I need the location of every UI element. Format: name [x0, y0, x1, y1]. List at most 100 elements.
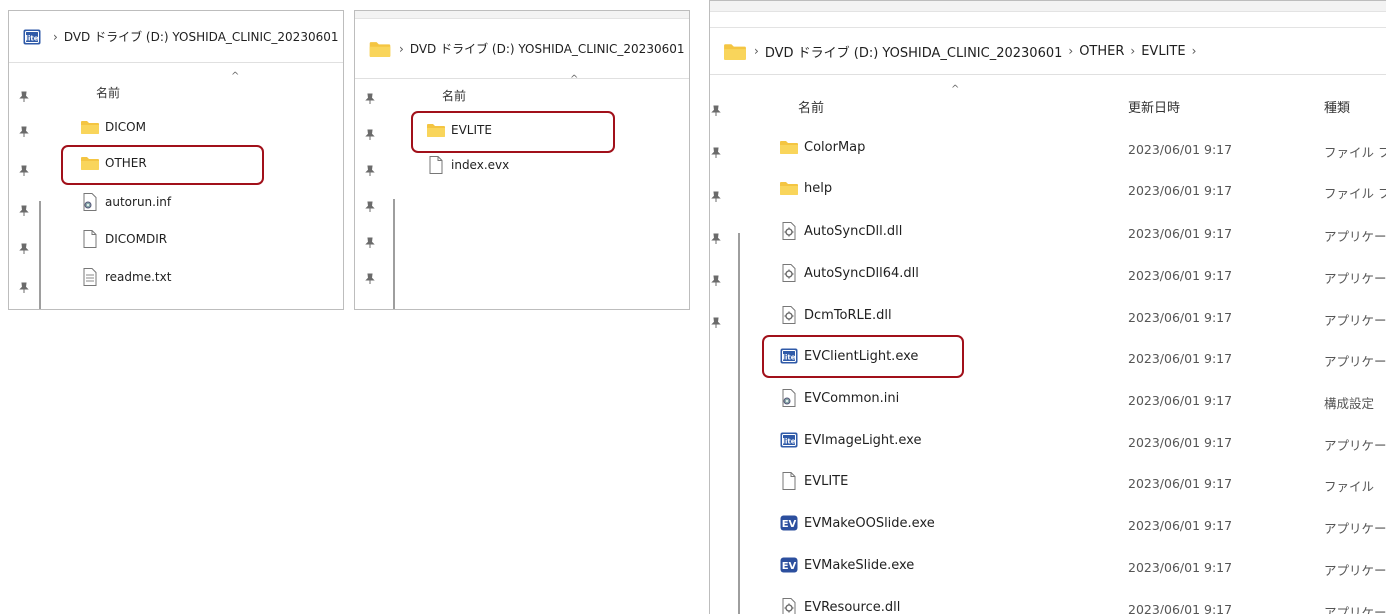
file-icon: [81, 230, 99, 248]
item-type: ファイル フォ: [1324, 186, 1386, 201]
ev-app-icon: EV: [780, 556, 798, 574]
pin-icon[interactable]: [364, 165, 376, 177]
item-name: EVMakeOOSlide.exe: [804, 515, 935, 531]
list-item[interactable]: DcmToRLE.dll: [780, 306, 892, 324]
explorer-window-evlite: › DVD ドライブ (D:) YOSHIDA_CLINIC_20230601 …: [709, 0, 1386, 614]
folder-icon: [780, 179, 798, 197]
svg-text:lite: lite: [26, 34, 39, 42]
scrollbar[interactable]: [738, 233, 740, 614]
pin-icon[interactable]: [18, 126, 30, 138]
svg-text:EV: EV: [782, 519, 797, 530]
item-type: ファイル: [1324, 479, 1375, 494]
list-item[interactable]: EVResource.dll: [780, 598, 900, 614]
pin-icon[interactable]: [364, 93, 376, 105]
list-item[interactable]: help: [780, 179, 832, 197]
dll-icon: [780, 222, 798, 240]
sort-up-icon: ^: [951, 84, 960, 95]
ev-app-icon: EV: [780, 514, 798, 532]
explorer-window-other: › DVD ドライブ (D:) YOSHIDA_CLINIC_20230601 …: [354, 10, 690, 310]
pin-icon[interactable]: [710, 191, 722, 203]
breadcrumb-drive[interactable]: DVD ドライブ (D:) YOSHIDA_CLINIC_20230601: [410, 40, 685, 57]
breadcrumb-evlite[interactable]: EVLITE: [1141, 44, 1185, 59]
item-name: index.evx: [451, 158, 510, 172]
column-header-name[interactable]: 名前: [96, 84, 120, 101]
lite-app-icon: lite: [23, 29, 41, 45]
pin-icon[interactable]: [710, 275, 722, 287]
list-item[interactable]: EVCommon.ini: [780, 389, 899, 407]
address-bar[interactable]: lite › DVD ドライブ (D:) YOSHIDA_CLINIC_2023…: [9, 11, 343, 63]
list-item[interactable]: EV EVMakeSlide.exe: [780, 556, 914, 574]
breadcrumb-drive[interactable]: DVD ドライブ (D:) YOSHIDA_CLINIC_20230601: [765, 42, 1063, 61]
folder-icon: [427, 121, 445, 139]
pin-icon[interactable]: [18, 165, 30, 177]
file-icon: [427, 156, 445, 174]
item-name: DICOMDIR: [105, 232, 168, 246]
item-type: 構成設定: [1324, 396, 1375, 411]
column-header-type[interactable]: 種類: [1324, 97, 1350, 116]
item-type: アプリケーショ: [1324, 563, 1386, 578]
item-date: 2023/06/01 9:17: [1128, 183, 1233, 198]
list-item[interactable]: lite EVImageLight.exe: [780, 431, 921, 449]
list-item[interactable]: AutoSyncDll.dll: [780, 222, 902, 240]
list-item[interactable]: ColorMap: [780, 138, 865, 156]
window-top-bar: [710, 1, 1386, 12]
item-date: 2023/06/01 9:17: [1128, 560, 1233, 575]
item-date: 2023/06/01 9:17: [1128, 476, 1233, 491]
item-type: アプリケーショ: [1324, 605, 1386, 614]
list-item[interactable]: EV EVMakeOOSlide.exe: [780, 514, 935, 532]
item-date: 2023/06/01 9:17: [1128, 393, 1233, 408]
pin-icon[interactable]: [364, 201, 376, 213]
pin-icon[interactable]: [710, 233, 722, 245]
list-item[interactable]: readme.txt: [81, 268, 171, 286]
lite-app-icon: lite: [780, 347, 798, 365]
folder-icon: [81, 118, 99, 136]
settings-file-icon: [81, 193, 99, 211]
item-name: readme.txt: [105, 270, 172, 284]
svg-text:lite: lite: [783, 438, 796, 446]
pin-icon[interactable]: [710, 105, 722, 117]
item-name: EVCommon.ini: [804, 390, 900, 406]
list-item[interactable]: DICOMDIR: [81, 230, 167, 248]
list-item[interactable]: index.evx: [427, 156, 509, 174]
list-item[interactable]: EVLITE: [780, 472, 848, 490]
text-file-icon: [81, 268, 99, 286]
pin-icon[interactable]: [18, 282, 30, 294]
folder-icon: [81, 154, 99, 172]
pin-icon[interactable]: [710, 317, 722, 329]
item-type: アプリケーショ: [1324, 438, 1386, 453]
file-icon: [780, 472, 798, 490]
item-name: DICOM: [105, 120, 146, 134]
chevron-right-icon: ›: [399, 41, 404, 56]
item-name: OTHER: [105, 156, 147, 170]
pin-icon[interactable]: [18, 205, 30, 217]
breadcrumb-other[interactable]: OTHER: [1079, 44, 1124, 59]
list-item[interactable]: AutoSyncDll64.dll: [780, 264, 919, 282]
item-type: アプリケーショ: [1324, 271, 1386, 286]
pin-icon[interactable]: [18, 91, 30, 103]
pin-icon[interactable]: [364, 129, 376, 141]
address-bar[interactable]: › DVD ドライブ (D:) YOSHIDA_CLINIC_20230601: [355, 19, 689, 79]
pin-icon[interactable]: [364, 273, 376, 285]
dll-icon: [780, 264, 798, 282]
address-bar[interactable]: › DVD ドライブ (D:) YOSHIDA_CLINIC_20230601 …: [710, 27, 1386, 75]
pin-icon[interactable]: [18, 243, 30, 255]
list-item[interactable]: lite EVClientLight.exe: [780, 347, 918, 365]
column-header-name[interactable]: 名前: [798, 97, 824, 116]
sort-up-icon: ^: [570, 74, 579, 85]
column-header-name[interactable]: 名前: [442, 87, 466, 104]
item-date: 2023/06/01 9:17: [1128, 602, 1233, 614]
item-date: 2023/06/01 9:17: [1128, 310, 1233, 325]
list-item[interactable]: DICOM: [81, 118, 146, 136]
breadcrumb-drive[interactable]: DVD ドライブ (D:) YOSHIDA_CLINIC_20230601: [64, 28, 339, 45]
pin-icon[interactable]: [364, 237, 376, 249]
column-header-date[interactable]: 更新日時: [1128, 97, 1180, 116]
svg-text:lite: lite: [783, 354, 796, 362]
list-item[interactable]: autorun.inf: [81, 193, 171, 211]
quick-access-gutter: [9, 63, 39, 309]
item-date: 2023/06/01 9:17: [1128, 142, 1233, 157]
list-item[interactable]: EVLITE: [427, 121, 492, 139]
scrollbar[interactable]: [393, 199, 395, 309]
list-item[interactable]: OTHER: [81, 154, 147, 172]
scrollbar[interactable]: [39, 201, 41, 309]
pin-icon[interactable]: [710, 147, 722, 159]
